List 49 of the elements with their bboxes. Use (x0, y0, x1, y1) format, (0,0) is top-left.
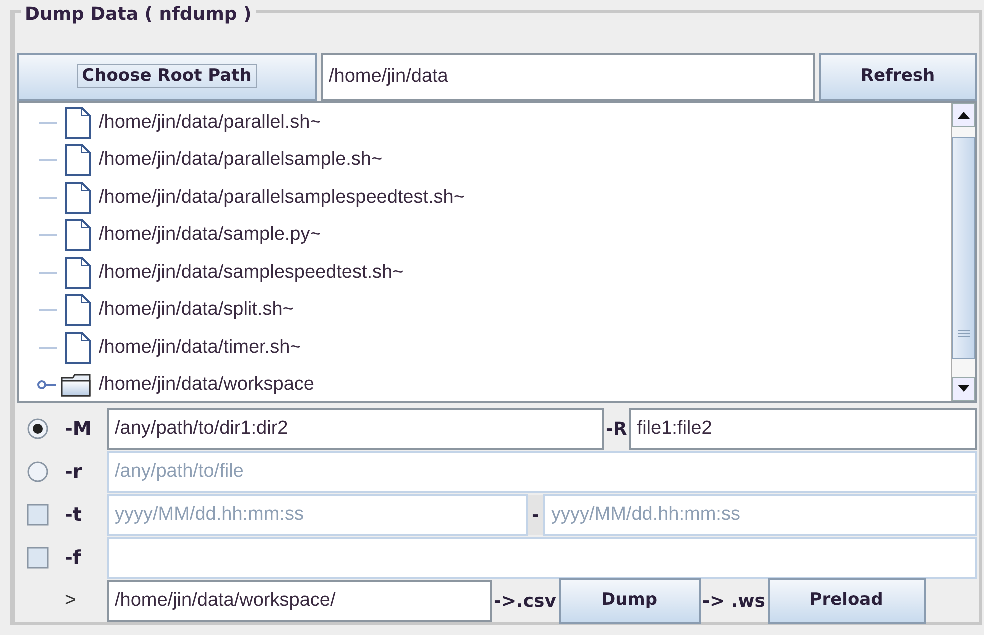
checkbox[interactable] (27, 504, 49, 526)
file-icon (65, 106, 91, 139)
option-label: ->.csv (493, 590, 558, 614)
option-label: -M (65, 416, 92, 442)
scroll-down-icon[interactable] (952, 377, 975, 401)
tree-line (37, 158, 57, 162)
option-label: > (64, 588, 76, 613)
file-path[interactable]: /home/jin/data/parallelsample.sh~ (99, 146, 383, 174)
file-icon (65, 144, 91, 176)
file-path[interactable]: /home/jin/data/parallel.sh~ (99, 108, 322, 137)
tree-line (37, 233, 57, 238)
scrollbar[interactable] (951, 103, 975, 401)
refresh-button[interactable]: Refresh (819, 53, 977, 101)
option-label: -> .ws (702, 590, 767, 614)
file-icon (65, 219, 91, 252)
file-path[interactable]: /home/jin/data/workspace (99, 371, 314, 400)
option-label: -t (65, 502, 82, 528)
file-path[interactable]: /home/jin/data/samplespeedtest.sh~ (99, 258, 404, 287)
tree-line (37, 120, 57, 125)
radio-button[interactable] (27, 461, 49, 483)
radio-button[interactable] (27, 418, 49, 440)
scroll-thumb[interactable] (952, 137, 975, 359)
input-field[interactable]: /any/path/to/dir1:dir2 (107, 408, 604, 450)
tree-line (37, 308, 57, 312)
file-path[interactable]: /home/jin/data/timer.sh~ (99, 334, 302, 362)
option-label: -R (604, 418, 628, 442)
tree-line (37, 346, 57, 350)
root-path-field[interactable]: /home/jin/data (321, 53, 815, 101)
tree-line (37, 196, 57, 200)
scroll-up-icon[interactable] (952, 103, 975, 127)
file-icon (65, 256, 91, 289)
checkbox[interactable] (27, 547, 49, 569)
file-icon (65, 332, 91, 364)
collapsed-handle-icon[interactable] (37, 380, 57, 390)
choose-root-path-button[interactable]: Choose Root Path (17, 53, 317, 101)
file-icon (65, 294, 91, 326)
option-label: -r (65, 460, 82, 485)
action-button[interactable]: Preload (768, 578, 926, 624)
input-field[interactable]: file1:file2 (629, 408, 977, 450)
option-label: -f (65, 546, 82, 571)
option-label: - (528, 495, 544, 535)
tree-line (37, 270, 57, 275)
input-field[interactable]: /home/jin/data/workspace/ (107, 580, 492, 622)
file-icon (65, 182, 91, 214)
file-path[interactable]: /home/jin/data/sample.py~ (99, 221, 322, 250)
folder-icon (61, 373, 91, 398)
file-path[interactable]: /home/jin/data/parallelsamplespeedtest.sh~ (99, 184, 465, 212)
file-path[interactable]: /home/jin/data/split.sh~ (99, 296, 294, 324)
action-button[interactable]: Dump (558, 578, 701, 624)
